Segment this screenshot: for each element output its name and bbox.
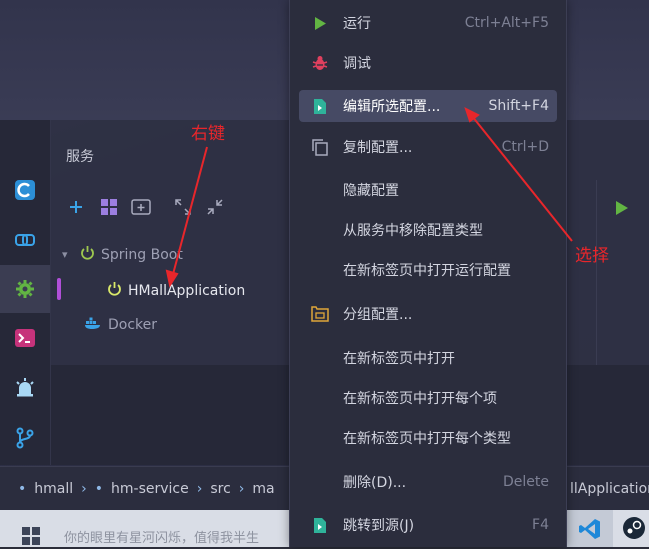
arrow-select (464, 107, 573, 242)
annotation-arrows (165, 107, 573, 288)
annotation-select-label: 选择 (575, 246, 609, 266)
arrow-right-click (165, 146, 208, 288)
annotation-right-click-label: 右键 (191, 124, 225, 144)
